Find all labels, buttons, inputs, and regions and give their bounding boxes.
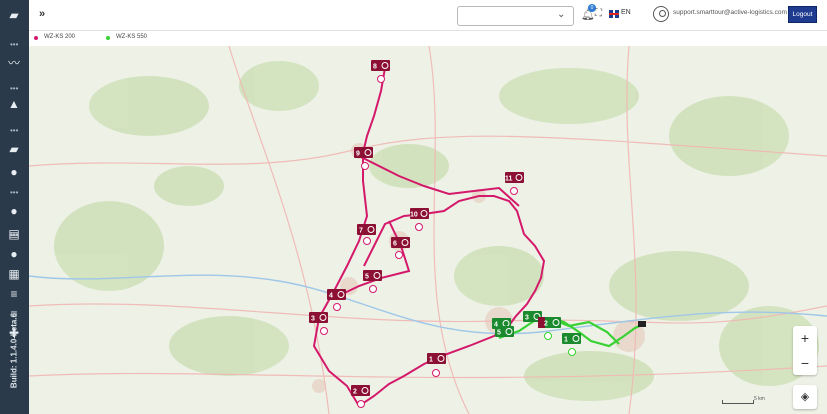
route-legend: WZ-KS 200 WZ-KS 550: [29, 31, 827, 46]
stop-label: 10: [410, 212, 418, 219]
stop-label: 11: [505, 176, 513, 183]
map-terrain: [54, 61, 819, 401]
user-group-icon[interactable]: ●: [6, 247, 22, 261]
list-icon[interactable]: ≡: [6, 287, 22, 301]
stop-label: 5: [497, 330, 501, 337]
sidebar-separator: •••: [10, 126, 19, 135]
expand-sidebar-button[interactable]: »: [39, 8, 53, 22]
zoom-in-button[interactable]: +: [793, 326, 817, 350]
stop-pin: [320, 327, 328, 335]
map-view[interactable]: 8 9 11 10 7 6 5 4 3 1 2 4 5 3 2 1 + − ◈ …: [29, 46, 827, 414]
stop-label: 4: [329, 293, 333, 300]
zoom-control: + −: [793, 326, 817, 375]
building-icon[interactable]: ▦: [6, 267, 22, 281]
build-version: Build: 1.1.4.0-beta.6: [2, 310, 26, 400]
user-avatar-icon[interactable]: [653, 6, 669, 22]
tour-select[interactable]: ⌄: [457, 6, 574, 26]
stop-pin: [333, 303, 341, 311]
map-canvas[interactable]: 8 9 11 10 7 6 5 4 3 1 2 4 5 3 2 1: [29, 46, 827, 414]
layers-button[interactable]: ◈: [793, 385, 817, 409]
stop-pin: [510, 187, 518, 195]
legend-item[interactable]: WZ-KS 550: [106, 34, 166, 44]
database-icon[interactable]: ▤: [6, 227, 22, 241]
uk-flag-icon[interactable]: [609, 10, 619, 18]
sidebar: ▰ ••• 〰 ••• ▲ ••• ▰ ● ••• ● ••• ▤ ● ▦ ≡ …: [0, 0, 29, 414]
layers-icon: ◈: [800, 391, 810, 403]
stop-label: 5: [365, 274, 369, 281]
stop-pin: [544, 332, 552, 340]
stop-label: 6: [393, 241, 397, 248]
stop-pin: [369, 285, 377, 293]
stop-label: 7: [359, 228, 363, 235]
stop-label: 9: [356, 151, 360, 158]
stop-label: 2: [544, 321, 548, 328]
build-label: Build: 1.1.4.0-beta.6: [9, 312, 19, 389]
stop-pin: [361, 162, 369, 170]
legend-dot: [106, 36, 110, 40]
delivery-icon[interactable]: ▰: [6, 142, 22, 156]
sidebar-separator: •••: [10, 40, 19, 49]
language-label[interactable]: EN: [621, 9, 635, 19]
stop-pin: [415, 223, 423, 231]
user-plus-icon[interactable]: ●: [6, 204, 22, 218]
truck-icon[interactable]: ▰: [6, 8, 22, 22]
stop-label: 2: [353, 389, 357, 396]
truck-position-icon: [638, 321, 646, 327]
stop-pin: [357, 400, 365, 408]
sidebar-separator: •••: [10, 84, 19, 93]
fullscreen-icon[interactable]: ⛶: [595, 8, 605, 20]
legend-item[interactable]: WZ-KS 200: [34, 34, 94, 44]
scale-label: 5 km: [754, 396, 765, 402]
zoom-out-button[interactable]: −: [793, 351, 817, 375]
chart-icon[interactable]: 〰: [6, 56, 22, 70]
stop-pin: [363, 237, 371, 245]
legend-dot: [34, 36, 38, 40]
map-scale: 5 km: [722, 396, 772, 406]
sidebar-separator: •••: [10, 188, 19, 197]
stop-pin: [432, 369, 440, 377]
legend-label: WZ-KS 200: [44, 34, 76, 40]
stop-label: 1: [564, 337, 568, 344]
user-email: support.smarttour@active-logistics.com: [673, 9, 787, 16]
stop-pin: [568, 348, 576, 356]
legend-label: WZ-KS 550: [116, 34, 148, 40]
stop-label: 3: [311, 316, 315, 323]
road-icon[interactable]: ▲: [6, 97, 22, 111]
stop-pin: [377, 75, 385, 83]
stop-label: 1: [429, 357, 433, 364]
stop-pin: [395, 251, 403, 259]
logout-button[interactable]: Logout: [788, 6, 817, 23]
chevron-down-icon: ⌄: [557, 9, 566, 20]
top-bar: » ⌄ 🔔︎ 0 ⛶ EN support.smarttour@active-l…: [29, 0, 827, 31]
stop-label: 3: [525, 315, 529, 322]
stop-label: 8: [373, 64, 377, 71]
user-icon[interactable]: ●: [6, 165, 22, 179]
stop-label: 4: [494, 322, 498, 329]
